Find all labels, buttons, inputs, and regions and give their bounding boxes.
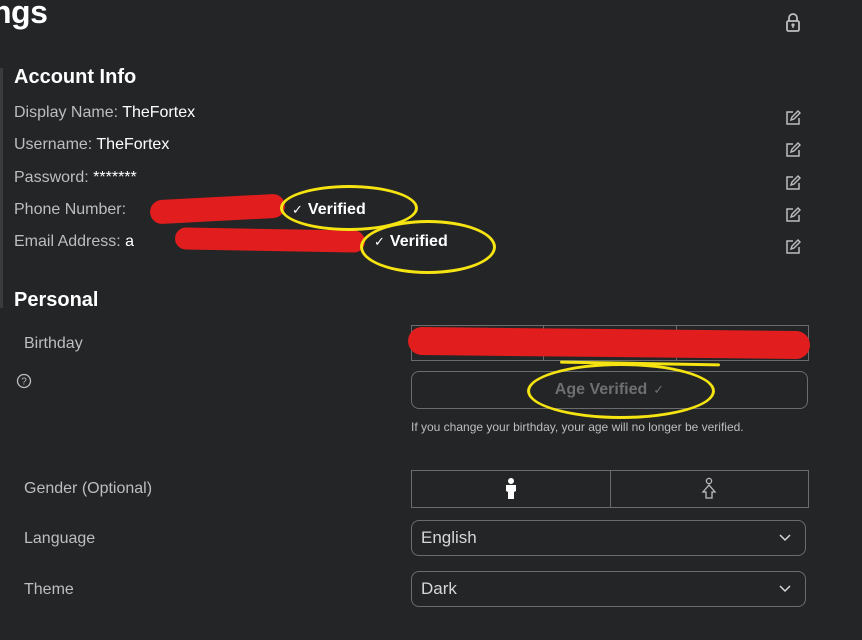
- account-info-title: Account Info: [14, 66, 137, 88]
- display-name-label: Display Name:: [14, 104, 119, 121]
- password-label: Password:: [14, 169, 89, 186]
- display-name-value: TheFortex: [122, 104, 196, 121]
- display-name-row: Display Name: TheFortex: [14, 104, 195, 122]
- theme-select[interactable]: Dark: [411, 571, 806, 607]
- email-label: Email Address:: [14, 233, 121, 250]
- language-value: English: [421, 528, 477, 547]
- phone-label: Phone Number:: [14, 201, 127, 218]
- birthday-redaction: [407, 326, 811, 360]
- language-select[interactable]: English: [411, 520, 806, 556]
- birthday-hint: If you change your birthday, your age wi…: [411, 420, 744, 434]
- username-label: Username:: [14, 136, 93, 153]
- phone-redaction: [149, 193, 286, 225]
- chevron-down-icon: [779, 585, 791, 593]
- gender-male-option[interactable]: [412, 471, 611, 507]
- edit-password-icon[interactable]: [785, 175, 801, 191]
- email-value: a: [125, 233, 135, 250]
- annotation-circle: [360, 220, 496, 274]
- chevron-down-icon: [779, 534, 791, 542]
- username-value: TheFortex: [96, 136, 170, 153]
- email-redaction: [174, 227, 366, 253]
- language-label: Language: [24, 530, 96, 547]
- username-row: Username: TheFortex: [14, 136, 169, 154]
- gender-selector[interactable]: [411, 470, 809, 508]
- gender-female-option[interactable]: [611, 471, 809, 507]
- password-row: Password: *******: [14, 169, 137, 187]
- page-title: ngs: [0, 0, 48, 30]
- password-value: *******: [93, 169, 137, 186]
- edit-phone-icon[interactable]: [785, 207, 801, 223]
- personal-title: Personal: [14, 289, 99, 311]
- gender-label: Gender (Optional): [24, 480, 153, 497]
- edit-username-icon[interactable]: [785, 142, 801, 158]
- male-icon: [505, 478, 516, 499]
- svg-text:?: ?: [21, 377, 27, 388]
- email-row: Email Address: a: [14, 233, 134, 251]
- question-circle-icon[interactable]: ?: [16, 373, 32, 389]
- theme-label: Theme: [24, 581, 74, 598]
- theme-value: Dark: [421, 579, 457, 598]
- phone-row: Phone Number:: [14, 201, 126, 219]
- edit-display-name-icon[interactable]: [785, 110, 801, 126]
- lock-icon: [786, 13, 800, 32]
- section-rail: [0, 68, 3, 308]
- edit-email-icon[interactable]: [785, 239, 801, 255]
- female-icon: [701, 477, 717, 499]
- annotation-circle: [527, 363, 715, 419]
- birthday-label: Birthday: [24, 335, 83, 352]
